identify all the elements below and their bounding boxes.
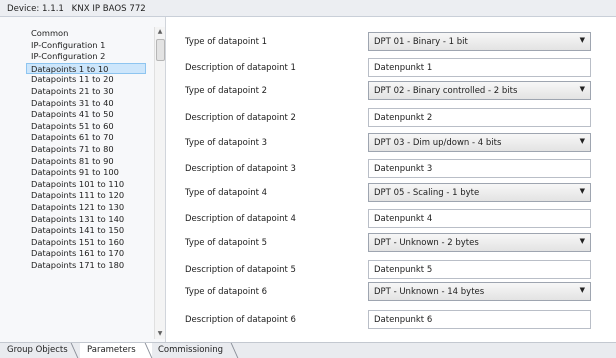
sidebar-item[interactable]: Datapoints 161 to 170 <box>0 248 152 260</box>
dropdown-caret-icon[interactable]: ▼ <box>580 237 585 245</box>
sidebar-item[interactable]: Datapoints 21 to 30 <box>0 86 152 98</box>
sidebar-item[interactable]: Datapoints 1 to 10 <box>26 62 146 75</box>
parameter-label: Description of datapoint 2 <box>185 113 296 123</box>
datapoint-type-dropdown[interactable]: DPT - Unknown - 14 bytes ▼ <box>368 282 591 301</box>
datapoint-description-input[interactable]: Datenpunkt 1 <box>368 58 591 77</box>
sidebar-item[interactable]: Datapoints 51 to 60 <box>0 121 152 133</box>
sidebar-item[interactable]: IP-Configuration 2 <box>0 51 152 63</box>
tab-commissioning[interactable]: Commissioning <box>151 343 238 358</box>
parameter-row: Type of datapoint 3 DPT 03 - Dim up/down … <box>166 133 606 153</box>
parameter-row: Description of datapoint 3 Datenpunkt 3 <box>166 159 606 179</box>
dropdown-caret-icon[interactable]: ▼ <box>580 137 585 145</box>
sidebar-item[interactable]: Datapoints 151 to 160 <box>0 237 152 249</box>
parameter-row: Type of datapoint 2 DPT 02 - Binary contr… <box>166 81 606 101</box>
parameter-row: Type of datapoint 5 DPT - Unknown - 2 byt… <box>166 233 606 253</box>
tab-commissioning-label: Commissioning <box>158 345 224 355</box>
parameter-label: Description of datapoint 6 <box>185 315 296 325</box>
sidebar-item[interactable]: Datapoints 121 to 130 <box>0 202 152 214</box>
sidebar-item[interactable]: Datapoints 111 to 120 <box>0 190 152 202</box>
datapoint-description-input[interactable]: Datenpunkt 4 <box>368 209 591 228</box>
sidebar-item[interactable]: IP-Configuration 1 <box>0 40 152 52</box>
parameter-label: Type of datapoint 1 <box>185 37 268 47</box>
parameter-panel: Type of datapoint 1 DPT 01 - Binary - 1 b… <box>166 17 616 342</box>
parameter-row: Description of datapoint 4 Datenpunkt 4 <box>166 209 606 229</box>
parameter-label: Description of datapoint 3 <box>185 164 296 174</box>
parameter-label: Type of datapoint 4 <box>185 188 268 198</box>
scroll-up-arrow-icon[interactable]: ▲ <box>155 27 165 37</box>
parameter-label: Type of datapoint 6 <box>185 287 268 297</box>
datapoint-description-input[interactable]: Datenpunkt 5 <box>368 260 591 279</box>
dropdown-caret-icon[interactable]: ▼ <box>580 187 585 195</box>
scroll-thumb[interactable] <box>156 39 165 61</box>
dropdown-value: DPT 05 - Scaling - 1 byte <box>374 188 480 198</box>
dropdown-value: DPT 03 - Dim up/down - 4 bits <box>374 138 502 148</box>
dropdown-caret-icon[interactable]: ▼ <box>580 36 585 44</box>
datapoint-description-input[interactable]: Datenpunkt 3 <box>368 159 591 178</box>
dropdown-value: DPT - Unknown - 14 bytes <box>374 287 485 297</box>
parameter-label: Type of datapoint 5 <box>185 238 268 248</box>
datapoint-type-dropdown[interactable]: DPT - Unknown - 2 bytes ▼ <box>368 233 591 252</box>
datapoint-description-input[interactable]: Datenpunkt 6 <box>368 310 591 329</box>
parameter-label: Type of datapoint 3 <box>185 138 268 148</box>
datapoint-type-dropdown[interactable]: DPT 02 - Binary controlled - 2 bits ▼ <box>368 81 591 100</box>
sidebar-list: Common IP-Configuration 1 IP-Configuration… <box>0 28 152 271</box>
tab-group-objects[interactable]: Group Objects <box>0 343 73 358</box>
parameter-row: Type of datapoint 1 DPT 01 - Binary - 1 b… <box>166 32 606 52</box>
parameter-label: Type of datapoint 2 <box>185 86 268 96</box>
sidebar-item[interactable]: Datapoints 131 to 140 <box>0 214 152 226</box>
sidebar-item[interactable]: Datapoints 171 to 180 <box>0 260 152 272</box>
sidebar-scrollbar[interactable]: ▲ ▼ <box>154 27 165 339</box>
scroll-down-arrow-icon[interactable]: ▼ <box>155 329 165 339</box>
parameter-row: Type of datapoint 6 DPT - Unknown - 14 by… <box>166 282 606 302</box>
dropdown-value: DPT 02 - Binary controlled - 2 bits <box>374 86 518 96</box>
sidebar-item[interactable]: Datapoints 61 to 70 <box>0 132 152 144</box>
sidebar-item[interactable]: Datapoints 81 to 90 <box>0 156 152 168</box>
dropdown-caret-icon[interactable]: ▼ <box>580 286 585 294</box>
tab-group-objects-label: Group Objects <box>7 345 68 355</box>
datapoint-description-input[interactable]: Datenpunkt 2 <box>368 108 591 127</box>
sidebar-item[interactable]: Datapoints 141 to 150 <box>0 225 152 237</box>
parameter-label: Description of datapoint 5 <box>185 265 296 275</box>
bottom-tab-bar: Group Objects Parameters Commissioning <box>0 342 616 358</box>
parameter-row: Description of datapoint 2 Datenpunkt 2 <box>166 108 606 128</box>
tab-parameters-label: Parameters <box>87 345 136 355</box>
sidebar-item[interactable]: Datapoints 11 to 20 <box>0 74 152 86</box>
sidebar-item[interactable]: Common <box>0 28 152 40</box>
datapoint-type-dropdown[interactable]: DPT 05 - Scaling - 1 byte ▼ <box>368 183 591 202</box>
device-address: 1.1.1 <box>42 4 64 14</box>
parameter-label: Description of datapoint 1 <box>185 63 296 73</box>
dropdown-caret-icon[interactable]: ▼ <box>580 85 585 93</box>
datapoint-type-dropdown[interactable]: DPT 03 - Dim up/down - 4 bits ▼ <box>368 133 591 152</box>
device-label: Device: <box>7 4 40 14</box>
parameter-row: Description of datapoint 1 Datenpunkt 1 <box>166 58 606 78</box>
datapoint-type-dropdown[interactable]: DPT 01 - Binary - 1 bit ▼ <box>368 32 591 51</box>
parameter-row: Type of datapoint 4 DPT 05 - Scaling - 1 … <box>166 183 606 203</box>
device-header: Device: 1.1.1 KNX IP BAOS 772 <box>0 0 616 17</box>
dropdown-value: DPT 01 - Binary - 1 bit <box>374 37 468 47</box>
parameter-sidebar: Common IP-Configuration 1 IP-Configuration… <box>0 17 166 342</box>
parameter-label: Description of datapoint 4 <box>185 214 296 224</box>
dropdown-value: DPT - Unknown - 2 bytes <box>374 238 479 248</box>
sidebar-item[interactable]: Datapoints 91 to 100 <box>0 167 152 179</box>
parameter-row: Description of datapoint 5 Datenpunkt 5 <box>166 260 606 280</box>
sidebar-item[interactable]: Datapoints 71 to 80 <box>0 144 152 156</box>
device-name: KNX IP BAOS 772 <box>71 4 146 14</box>
sidebar-item[interactable]: Datapoints 41 to 50 <box>0 109 152 121</box>
tab-parameters[interactable]: Parameters <box>80 343 152 358</box>
parameter-row: Description of datapoint 6 Datenpunkt 6 <box>166 310 606 330</box>
sidebar-item[interactable]: Datapoints 31 to 40 <box>0 98 152 110</box>
sidebar-item[interactable]: Datapoints 101 to 110 <box>0 179 152 191</box>
